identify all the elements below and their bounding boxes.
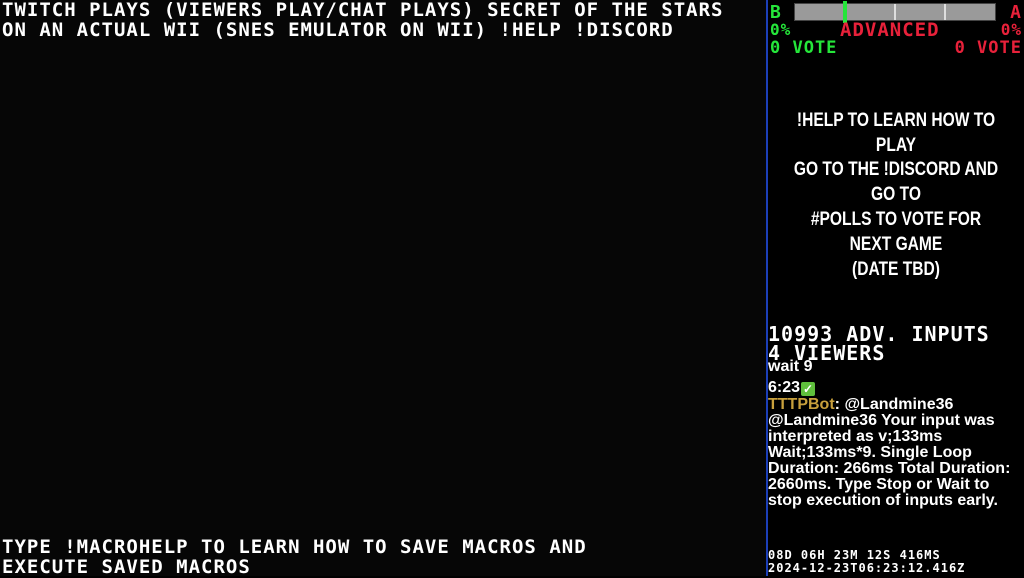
vote-right-percent: 0% xyxy=(1000,20,1022,39)
vote-bar-notch xyxy=(894,4,896,20)
help-instructions: !HELP TO LEARN HOW TO PLAY xyxy=(796,110,996,156)
title-line-1: TWITCH PLAYS (VIEWERS PLAY/CHAT PLAYS) S… xyxy=(2,0,724,21)
chat-message: TTTPBot: @Landmine36 @Landmine36 Your in… xyxy=(768,396,1011,509)
discord-line-3: (DATE TBD) xyxy=(852,259,940,280)
chat-timestamp: 6:23 ✓ xyxy=(768,379,816,396)
discord-instructions: GO TO THE !DISCORD AND GO TO #POLLS TO V… xyxy=(791,157,1001,282)
discord-line-2: #POLLS TO VOTE FOR NEXT GAME xyxy=(810,209,982,255)
stream-title: TWITCH PLAYS (VIEWERS PLAY/CHAT PLAYS) S… xyxy=(2,0,723,40)
vote-bar-notch xyxy=(944,4,946,20)
chat-message-text: @Landmine36 @Landmine36 Your input was i… xyxy=(768,396,1011,509)
macro-line-2: EXECUTE SAVED MACROS xyxy=(2,556,251,578)
chat-time: 6:23 xyxy=(768,379,801,396)
checkmark-icon: ✓ xyxy=(801,382,816,396)
chat-previous-line: wait 9 xyxy=(768,358,813,375)
discord-line-1: GO TO THE !DISCORD AND GO TO xyxy=(793,159,999,205)
vote-left-count: 0 VOTE xyxy=(770,38,838,58)
macro-hint: TYPE !MACROHELP TO LEARN HOW TO SAVE MAC… xyxy=(2,537,587,577)
vote-right-count: 0 VOTE xyxy=(954,38,1022,58)
title-line-2: ON AN ACTUAL WII (SNES EMULATOR ON WII) … xyxy=(2,19,674,41)
macro-line-1: TYPE !MACROHELP TO LEARN HOW TO SAVE MAC… xyxy=(2,536,587,558)
chat-username: TTTPBot xyxy=(768,396,835,413)
stream-sidebar: B A 0% ADVANCED 0% 0 VOTE 0 VOTE !HELP T… xyxy=(768,0,1024,576)
input-mode-label: ADVANCED xyxy=(840,19,940,41)
game-screen: TWITCH PLAYS (VIEWERS PLAY/CHAT PLAYS) S… xyxy=(0,0,766,577)
vote-left-percent: 0% xyxy=(770,20,792,39)
current-timestamp: 2024-12-23T06:23:12.416Z xyxy=(768,561,966,575)
